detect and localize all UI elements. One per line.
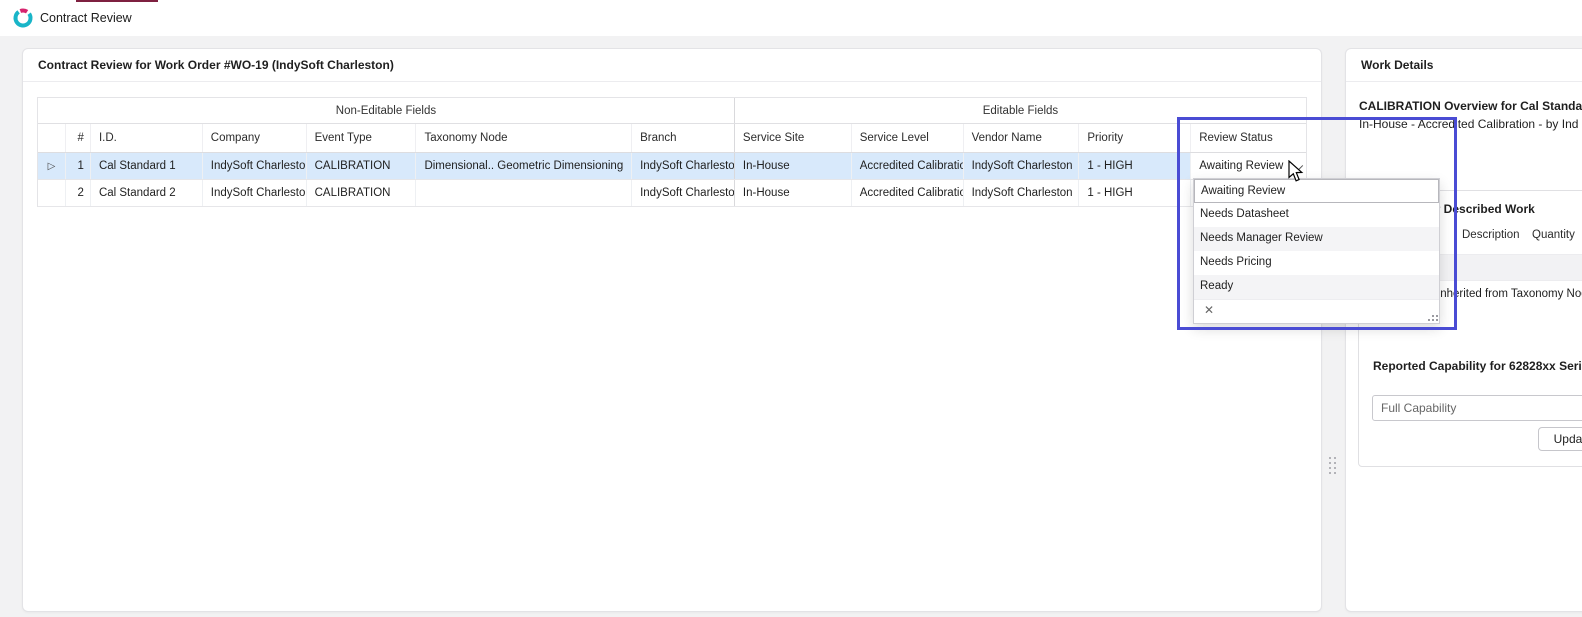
column-header-priority[interactable]: Priority (1078, 124, 1190, 152)
table-group-header-row: Non-Editable Fields Editable Fields (38, 98, 1306, 124)
app-logo-icon (12, 7, 34, 29)
column-header-id[interactable]: I.D. (90, 124, 202, 152)
calibration-overview-title: CALIBRATION Overview for Cal Standard (1359, 99, 1582, 113)
cell-vendor-name[interactable]: IndySoft Charleston (963, 153, 1079, 179)
cell-company: IndySoft Charleston (202, 153, 306, 179)
topbar: Contract Review (0, 0, 1582, 36)
cell-event-type: CALIBRATION (306, 153, 416, 179)
contract-review-title: Contract Review for Work Order #WO-19 (I… (23, 49, 1321, 82)
cell-vendor-name[interactable]: IndySoft Charleston (963, 180, 1079, 206)
group-header-non-editable: Non-Editable Fields (38, 98, 734, 123)
row-expander-icon[interactable]: ▷ (38, 153, 65, 179)
table-header-row: # I.D. Company Event Type Taxonomy Node … (38, 124, 1306, 153)
cell-branch: IndySoft Charleston (631, 180, 734, 206)
cell-service-site[interactable]: In-House (734, 180, 851, 206)
calibration-overview-subtitle: In-House - Accredited Calibration - by I… (1359, 117, 1578, 131)
column-header-num[interactable]: # (65, 124, 90, 152)
cell-company: IndySoft Charleston (202, 180, 306, 206)
column-header-company[interactable]: Company (202, 124, 306, 152)
update-button[interactable]: Update (1538, 427, 1582, 451)
table-row[interactable]: 2 Cal Standard 2 IndySoft Charleston CAL… (38, 180, 1306, 207)
splitter-dots-icon (1329, 457, 1331, 459)
cell-priority[interactable]: 1 - HIGH (1078, 180, 1190, 206)
work-details-panel: Work Details CALIBRATION Overview for Ca… (1345, 48, 1582, 612)
cell-taxonomy-node: Dimensional.. Geometric Dimensioning (415, 153, 631, 179)
reported-capability-title: Reported Capability for 62828xx Series (1373, 359, 1582, 373)
work-details-title: Work Details (1346, 49, 1582, 82)
review-status-value: Awaiting Review (1199, 160, 1283, 172)
cell-service-level[interactable]: Accredited Calibration (851, 153, 963, 179)
cell-priority[interactable]: 1 - HIGH (1078, 153, 1190, 179)
dropdown-footer: ✕ (1194, 299, 1439, 323)
clear-selection-icon[interactable]: ✕ (1204, 303, 1214, 317)
dropdown-option[interactable]: Ready (1194, 275, 1439, 299)
column-header-service-level[interactable]: Service Level (851, 124, 963, 152)
table-row[interactable]: ▷ 1 Cal Standard 1 IndySoft Charleston C… (38, 153, 1306, 180)
cell-num: 2 (65, 180, 90, 206)
cell-id: Cal Standard 2 (90, 180, 202, 206)
contract-review-table: Non-Editable Fields Editable Fields # I.… (37, 97, 1307, 207)
group-header-editable: Editable Fields (734, 98, 1306, 123)
app-title: Contract Review (40, 0, 132, 36)
cell-branch: IndySoft Charleston (631, 153, 734, 179)
cell-id: Cal Standard 1 (90, 153, 202, 179)
row-expander-placeholder (38, 180, 65, 206)
chevron-down-icon[interactable] (1293, 160, 1303, 170)
column-header-vendor-name[interactable]: Vendor Name (963, 124, 1079, 152)
cell-event-type: CALIBRATION (306, 180, 416, 206)
dropdown-option[interactable]: Needs Manager Review (1194, 227, 1439, 251)
column-header-event-type[interactable]: Event Type (306, 124, 416, 152)
charges-column-quantity: Quantity (1532, 229, 1582, 241)
cell-service-site[interactable]: In-House (734, 153, 851, 179)
window-accent-line (76, 0, 158, 2)
review-status-combobox[interactable]: Awaiting Review (1190, 153, 1306, 179)
panel-splitter-handle[interactable] (1329, 457, 1337, 477)
capability-input[interactable]: Full Capability (1372, 395, 1582, 421)
dropdown-option[interactable]: Needs Datasheet (1194, 203, 1439, 227)
column-header-taxonomy-node[interactable]: Taxonomy Node (415, 124, 631, 152)
dropdown-option[interactable]: Needs Pricing (1194, 251, 1439, 275)
charges-column-description: Description (1462, 229, 1532, 241)
review-status-dropdown: Awaiting Review Needs Datasheet Needs Ma… (1193, 178, 1440, 324)
dropdown-option[interactable]: Awaiting Review (1194, 179, 1439, 203)
cell-service-level[interactable]: Accredited Calibration (851, 180, 963, 206)
cell-taxonomy-node (415, 180, 631, 206)
cell-num: 1 (65, 153, 90, 179)
column-header-review-status[interactable]: Review Status (1190, 124, 1306, 152)
resize-grip-icon[interactable] (1432, 315, 1434, 317)
column-header-expander (38, 124, 65, 152)
contract-review-panel: Contract Review for Work Order #WO-19 (I… (22, 48, 1322, 612)
work-details-body: CALIBRATION Overview for Cal Standard In… (1346, 83, 1582, 611)
column-header-service-site[interactable]: Service Site (734, 124, 851, 152)
column-header-branch[interactable]: Branch (631, 124, 734, 152)
